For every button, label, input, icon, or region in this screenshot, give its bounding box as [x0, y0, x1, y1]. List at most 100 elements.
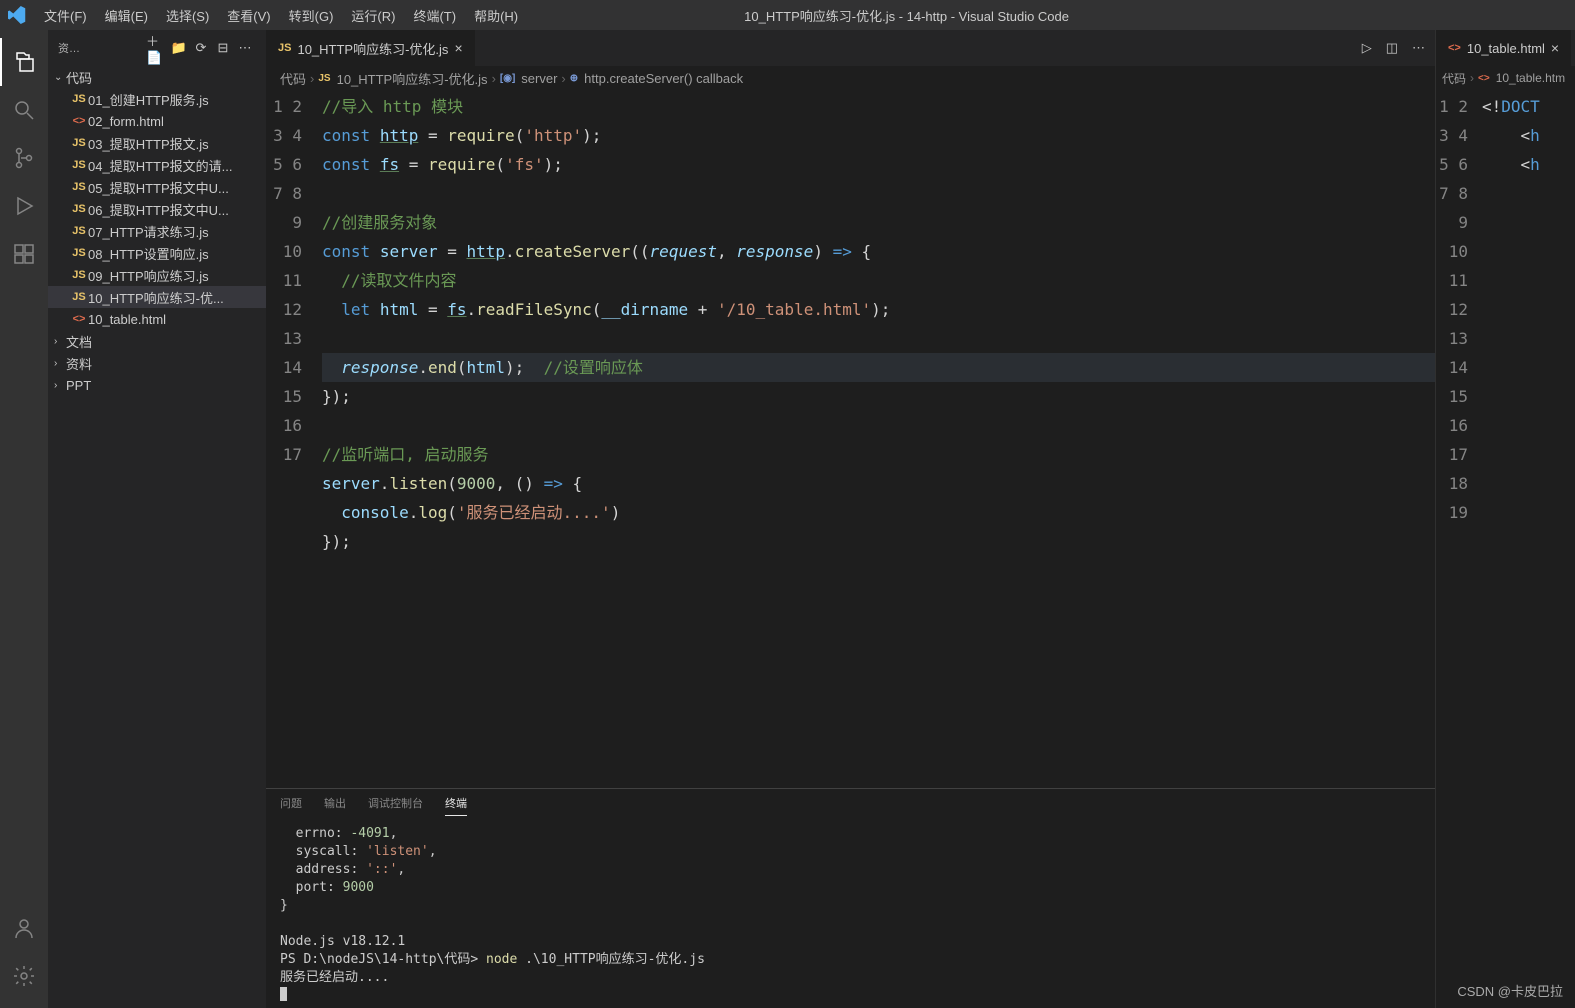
editor-group-main: JS 10_HTTP响应练习-优化.js × ▷ ◫ ⋯ 代码 › JS 10_… [266, 30, 1435, 1008]
symbol-icon: ⊕ [570, 73, 578, 84]
menu-help[interactable]: 帮助(H) [466, 2, 526, 29]
more-actions-icon[interactable]: ⋯ [1412, 40, 1425, 56]
folder-item[interactable]: ›文档 [48, 330, 266, 352]
file-item[interactable]: JS04_提取HTTP报文的请... [48, 154, 266, 176]
code-editor[interactable]: 1 2 3 4 5 6 7 8 9 10 11 12 13 14 15 16 1… [266, 90, 1435, 788]
file-item[interactable]: JS08_HTTP设置响应.js [48, 242, 266, 264]
window-title: 10_HTTP响应练习-优化.js - 14-http - Visual Stu… [526, 6, 1287, 25]
titlebar: 文件(F) 编辑(E) 选择(S) 查看(V) 转到(G) 运行(R) 终端(T… [0, 0, 1575, 30]
panel-tab-problems[interactable]: 问题 [280, 795, 302, 815]
file-item[interactable]: JS10_HTTP响应练习-优... [48, 286, 266, 308]
run-debug-icon[interactable] [0, 182, 48, 230]
js-file-icon: JS [318, 73, 330, 84]
activity-bar [0, 30, 48, 1008]
chevron-right-icon: › [54, 336, 66, 347]
tab-label: 10_table.html [1467, 41, 1545, 56]
menu-run[interactable]: 运行(R) [343, 2, 403, 29]
source-control-icon[interactable] [0, 134, 48, 182]
file-label: 01_创建HTTP服务.js [88, 90, 266, 109]
folder-item[interactable]: ›资料 [48, 352, 266, 374]
close-icon[interactable]: × [1551, 40, 1559, 56]
close-icon[interactable]: × [454, 40, 462, 56]
file-label: 05_提取HTTP报文中U... [88, 178, 266, 197]
bottom-panel: 问题 输出 调试控制台 终端 errno: -4091, syscall: 'l… [266, 788, 1435, 1008]
js-file-icon: JS [70, 203, 88, 215]
settings-gear-icon[interactable] [0, 952, 48, 1000]
breadcrumb-part: 代码 [1442, 70, 1466, 87]
file-label: 07_HTTP请求练习.js [88, 222, 266, 241]
html-file-icon: <> [70, 313, 88, 325]
code-content-right[interactable]: <!DOCT <h <h [1482, 90, 1575, 1008]
js-file-icon: JS [70, 159, 88, 171]
folder-root[interactable]: ⌄ 代码 [48, 66, 266, 88]
new-file-icon[interactable]: ＋📄 [146, 37, 168, 59]
js-file-icon: JS [70, 93, 88, 105]
chevron-right-icon: › [54, 380, 66, 391]
panel-tab-debug[interactable]: 调试控制台 [368, 795, 423, 815]
split-editor-icon[interactable]: ◫ [1386, 40, 1398, 56]
js-file-icon: JS [70, 247, 88, 259]
file-label: 02_form.html [88, 114, 266, 129]
breadcrumb-part: server [521, 71, 557, 86]
menu-file[interactable]: 文件(F) [36, 2, 95, 29]
watermark: CSDN @卡皮巴拉 [1457, 981, 1563, 1000]
js-file-icon: JS [70, 269, 88, 281]
folder-label: 代码 [66, 68, 266, 87]
editor-group-right: <> 10_table.html × 代码 › <> 10_table.htm … [1435, 30, 1575, 1008]
html-file-icon: <> [70, 115, 88, 127]
file-item[interactable]: JS09_HTTP响应练习.js [48, 264, 266, 286]
menu-selection[interactable]: 选择(S) [158, 2, 217, 29]
vscode-logo-icon [8, 5, 28, 25]
file-item[interactable]: JS06_提取HTTP报文中U... [48, 198, 266, 220]
breadcrumb-part: 10_HTTP响应练习-优化.js [337, 69, 488, 88]
breadcrumb-part: 10_table.htm [1496, 71, 1565, 85]
file-label: 10_table.html [88, 312, 266, 327]
run-icon[interactable]: ▷ [1362, 40, 1372, 56]
symbol-icon: [◉] [500, 73, 515, 84]
extensions-icon[interactable] [0, 230, 48, 278]
more-icon[interactable]: ⋯ [234, 37, 256, 59]
html-file-icon: <> [1478, 73, 1490, 84]
breadcrumb-part: http.createServer() callback [584, 71, 743, 86]
explorer-title: 资… [58, 40, 146, 56]
js-file-icon: JS [70, 137, 88, 149]
js-file-icon: JS [70, 181, 88, 193]
tab-main-file[interactable]: JS 10_HTTP响应练习-优化.js × [266, 30, 476, 66]
file-label: 10_HTTP响应练习-优... [88, 288, 266, 307]
terminal[interactable]: errno: -4091, syscall: 'listen', address… [266, 821, 1435, 1008]
explorer-icon[interactable] [0, 38, 48, 86]
file-item[interactable]: JS01_创建HTTP服务.js [48, 88, 266, 110]
file-item[interactable]: JS03_提取HTTP报文.js [48, 132, 266, 154]
file-tree: ⌄ 代码 JS01_创建HTTP服务.js<>02_form.htmlJS03_… [48, 66, 266, 396]
search-icon[interactable] [0, 86, 48, 134]
file-item[interactable]: <>10_table.html [48, 308, 266, 330]
explorer-sidebar: 资… ＋📄 📁 ⟳ ⊟ ⋯ ⌄ 代码 JS01_创建HTTP服务.js<>02_… [48, 30, 266, 1008]
file-label: 03_提取HTTP报文.js [88, 134, 266, 153]
js-file-icon: JS [70, 225, 88, 237]
collapse-icon[interactable]: ⊟ [212, 37, 234, 59]
tab-right-file[interactable]: <> 10_table.html × [1436, 30, 1572, 66]
file-item[interactable]: <>02_form.html [48, 110, 266, 132]
tab-label: 10_HTTP响应练习-优化.js [297, 39, 448, 58]
panel-tab-output[interactable]: 输出 [324, 795, 346, 815]
menu-terminal[interactable]: 终端(T) [405, 2, 464, 29]
breadcrumb-right[interactable]: 代码 › <> 10_table.htm [1436, 66, 1575, 90]
breadcrumb[interactable]: 代码 › JS 10_HTTP响应练习-优化.js › [◉] server ›… [266, 66, 1435, 90]
file-item[interactable]: JS05_提取HTTP报文中U... [48, 176, 266, 198]
folder-item[interactable]: ›PPT [48, 374, 266, 396]
new-folder-icon[interactable]: 📁 [168, 37, 190, 59]
menu-view[interactable]: 查看(V) [219, 2, 278, 29]
file-item[interactable]: JS07_HTTP请求练习.js [48, 220, 266, 242]
file-label: 09_HTTP响应练习.js [88, 266, 266, 285]
code-content[interactable]: //导入 http 模块const http = require('http')… [322, 90, 1435, 788]
refresh-icon[interactable]: ⟳ [190, 37, 212, 59]
accounts-icon[interactable] [0, 904, 48, 952]
panel-tabs: 问题 输出 调试控制台 终端 [266, 789, 1435, 821]
file-label: 04_提取HTTP报文的请... [88, 156, 266, 175]
menu-bar: 文件(F) 编辑(E) 选择(S) 查看(V) 转到(G) 运行(R) 终端(T… [36, 2, 526, 29]
folder-label: PPT [66, 378, 266, 393]
folder-label: 资料 [66, 354, 266, 373]
menu-edit[interactable]: 编辑(E) [97, 2, 156, 29]
menu-go[interactable]: 转到(G) [281, 2, 342, 29]
panel-tab-terminal[interactable]: 终端 [445, 795, 467, 816]
